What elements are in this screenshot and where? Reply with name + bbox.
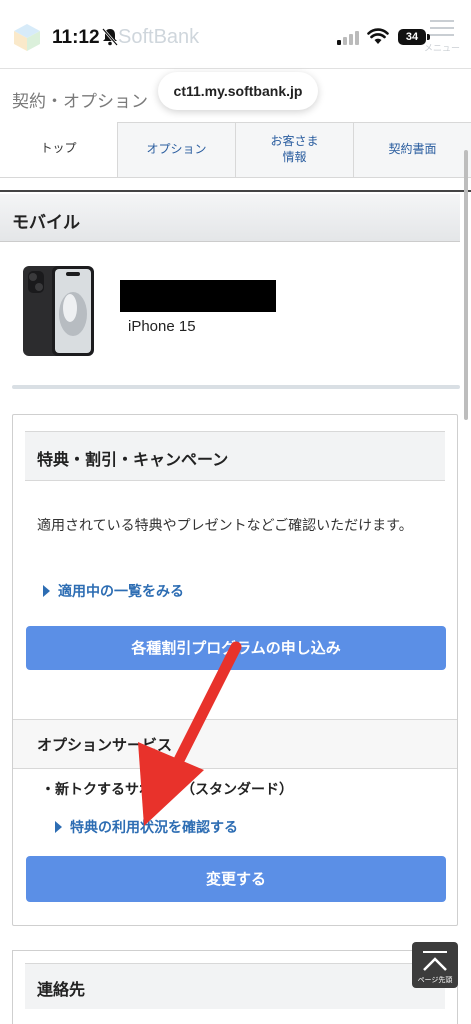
view-applied-list-label: 適用中の一覧をみる: [58, 584, 184, 600]
cell-signal-icon: [337, 31, 359, 45]
option-service-title: オプションサービス: [37, 736, 173, 754]
page-top-button[interactable]: ページ先頭: [412, 942, 458, 988]
apply-discount-program-button[interactable]: 各種割引プログラムの申し込み: [26, 626, 446, 670]
option-service-header: オプションサービス: [13, 719, 457, 769]
tab-top[interactable]: トップ: [0, 122, 117, 177]
benefits-description: 適用されている特典やプレゼントなどご確認いただけます。: [37, 518, 413, 534]
triangle-right-icon: [55, 821, 62, 833]
check-benefit-usage-label: 特典の利用状況を確認する: [70, 820, 238, 836]
brand-name: SoftBank: [118, 26, 200, 48]
device-name: iPhone 15: [128, 318, 196, 335]
iphone-image: [23, 266, 94, 356]
softbank-logo-icon: [14, 24, 40, 51]
scrollbar[interactable]: [464, 150, 468, 420]
check-benefit-usage-link[interactable]: 特典の利用状況を確認する: [55, 817, 238, 837]
menu-label: メニュー: [423, 44, 460, 54]
device-row: iPhone 15: [0, 256, 460, 366]
url-bar[interactable]: ct11.my.softbank.jp: [158, 72, 318, 110]
redacted-phone-number: [120, 280, 276, 312]
status-bar: SoftBank 11:12 34 メニュー: [0, 0, 471, 68]
clock: 11:12: [52, 27, 100, 48]
tab-bar: トップ オプション お客さま 情報 契約書面: [0, 122, 471, 178]
mobile-section-header: モバイル: [0, 194, 460, 242]
silent-bell-icon: [102, 28, 118, 46]
change-button[interactable]: 変更する: [26, 856, 446, 902]
tab-customer-info[interactable]: お客さま 情報: [235, 122, 353, 177]
contact-card: 連絡先: [12, 950, 458, 1024]
view-applied-list-link[interactable]: 適用中の一覧をみる: [43, 581, 184, 601]
benefits-title: 特典・割引・キャンペーン: [37, 450, 229, 469]
benefits-header: 特典・割引・キャンペーン: [25, 431, 445, 481]
chevron-up-icon: [423, 951, 447, 971]
section-title: モバイル: [12, 213, 80, 233]
benefits-card: 特典・割引・キャンペーン 適用されている特典やプレゼントなどご確認いただけます。…: [12, 414, 458, 926]
page-top-label: ページ先頭: [417, 976, 453, 984]
page-title: 契約・オプション: [12, 92, 148, 112]
tab-contract-documents[interactable]: 契約書面: [353, 122, 471, 177]
contact-header: 連絡先: [25, 963, 445, 1009]
section-divider: [12, 385, 460, 389]
triangle-right-icon: [43, 585, 50, 597]
wifi-icon: [367, 28, 389, 44]
option-item: ・新トクするサポート（スタンダード）: [41, 782, 293, 798]
tab-underline: [0, 190, 471, 192]
menu-button[interactable]: メニュー: [422, 20, 462, 54]
contact-title: 連絡先: [37, 980, 86, 999]
tab-options[interactable]: オプション: [117, 122, 235, 177]
